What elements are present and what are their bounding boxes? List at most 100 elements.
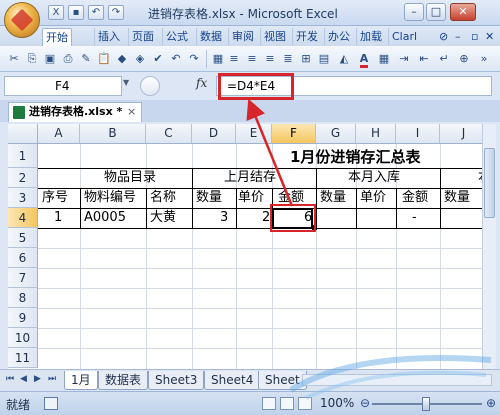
- clear-icon[interactable]: ◆: [114, 51, 130, 67]
- macro-record-icon[interactable]: [44, 397, 58, 410]
- cell-b4[interactable]: A0005: [84, 208, 126, 228]
- horizontal-scrollbar[interactable]: [302, 374, 492, 386]
- tab-insert[interactable]: 插入: [94, 28, 123, 46]
- paste-icon[interactable]: 📋: [96, 51, 112, 67]
- zoom-level[interactable]: 100%: [320, 396, 354, 410]
- column-header-g[interactable]: G: [316, 124, 356, 144]
- row-header-4[interactable]: 4: [8, 208, 38, 228]
- close-button[interactable]: ✕: [450, 3, 476, 21]
- redo-icon[interactable]: ↷: [186, 51, 202, 67]
- copy-icon[interactable]: ⎘: [24, 51, 40, 67]
- cell-b2[interactable]: 物品目录: [104, 168, 156, 188]
- column-header-e[interactable]: E: [236, 124, 272, 144]
- tab-review[interactable]: 审阅: [228, 28, 257, 46]
- column-header-f[interactable]: F: [272, 124, 316, 144]
- row-header-6[interactable]: 6: [8, 248, 38, 268]
- wrap-icon[interactable]: ↵: [436, 51, 452, 67]
- merge-icon[interactable]: ⊞: [298, 51, 314, 67]
- cell-i3[interactable]: 金额: [402, 188, 428, 208]
- justify-icon[interactable]: ≣: [280, 51, 296, 67]
- normal-view-icon[interactable]: [262, 397, 276, 410]
- cancel-circle-icon[interactable]: [140, 76, 160, 96]
- decrease-indent-icon[interactable]: ⇤: [416, 51, 432, 67]
- border-icon[interactable]: ▦: [210, 51, 226, 67]
- name-box[interactable]: F4: [4, 76, 122, 96]
- column-header-j[interactable]: J: [440, 124, 488, 144]
- increase-indent-icon[interactable]: ⇥: [396, 51, 412, 67]
- cell-b3[interactable]: 物料编号: [84, 188, 136, 208]
- office-button-icon[interactable]: [4, 2, 40, 38]
- redo-icon[interactable]: ↷: [108, 5, 124, 20]
- undo-icon[interactable]: ↶: [168, 51, 184, 67]
- cell-d2[interactable]: 上月结存: [224, 168, 276, 188]
- cell-d4[interactable]: 3: [220, 208, 228, 228]
- cell-a4[interactable]: 1: [54, 208, 62, 228]
- more-icon[interactable]: »: [476, 51, 492, 67]
- format-painter-icon[interactable]: ✎: [78, 51, 94, 67]
- tab-view[interactable]: 视图: [260, 28, 289, 46]
- insert-icon[interactable]: ⊕: [456, 51, 472, 67]
- cell-g3[interactable]: 数量: [320, 188, 346, 208]
- zoom-slider-knob[interactable]: [422, 397, 430, 411]
- name-box-dropdown-icon[interactable]: ▼: [123, 78, 129, 87]
- select-all-corner[interactable]: [8, 124, 38, 144]
- maximize-button[interactable]: □: [426, 3, 446, 21]
- align-center-icon[interactable]: ≡: [244, 51, 260, 67]
- row-header-10[interactable]: 10: [8, 328, 38, 348]
- tab-page[interactable]: 页面: [128, 28, 157, 46]
- borders-icon[interactable]: ▤: [316, 51, 332, 67]
- page-break-view-icon[interactable]: [298, 397, 312, 410]
- save-icon[interactable]: ▪: [68, 5, 84, 20]
- print-icon[interactable]: ⎙: [60, 51, 76, 67]
- fill-color-icon[interactable]: ◭: [336, 51, 352, 67]
- last-sheet-icon[interactable]: ⏭: [48, 374, 56, 384]
- row-header-11[interactable]: 11: [8, 348, 38, 368]
- row-header-2[interactable]: 2: [8, 168, 38, 188]
- vertical-scrollbar[interactable]: [482, 124, 496, 369]
- cell-h3[interactable]: 单价: [360, 188, 386, 208]
- row-header-3[interactable]: 3: [8, 188, 38, 208]
- spreadsheet-grid[interactable]: A B C D E F G H I J 1 2 3 4 5 6 7 8 9 10…: [8, 124, 496, 369]
- tab-data[interactable]: 数据: [196, 28, 225, 46]
- cell-d3[interactable]: 数量: [196, 188, 222, 208]
- font-color-icon[interactable]: A: [356, 51, 372, 68]
- sheet-tab-sheet3[interactable]: Sheet3: [148, 371, 205, 390]
- first-sheet-icon[interactable]: ⏮: [6, 374, 14, 384]
- tab-developer[interactable]: 开发: [292, 28, 321, 46]
- save-icon[interactable]: ▣: [42, 51, 58, 67]
- sheet-tab-1[interactable]: 1月: [64, 371, 98, 390]
- column-header-d[interactable]: D: [192, 124, 236, 144]
- undo-icon[interactable]: ↶: [88, 5, 104, 20]
- tab-clarl[interactable]: Clarl: [388, 28, 420, 46]
- grid-icon[interactable]: ▦: [376, 51, 392, 67]
- tab-office[interactable]: 办公: [324, 28, 353, 46]
- fx-label[interactable]: fx: [196, 76, 207, 90]
- row-header-8[interactable]: 8: [8, 288, 38, 308]
- check-icon[interactable]: ✔: [150, 51, 166, 67]
- cell-a3[interactable]: 序号: [42, 188, 68, 208]
- tab-home[interactable]: 开始: [42, 28, 72, 46]
- zoom-in-icon[interactable]: ⊕: [486, 396, 496, 410]
- align-right-icon[interactable]: ≡: [262, 51, 278, 67]
- ribbon-restore-icon[interactable]: ▫: [468, 28, 481, 46]
- cut-icon[interactable]: ✂: [6, 51, 22, 67]
- cell-e3[interactable]: 单价: [238, 188, 264, 208]
- cell-g2[interactable]: 本月入库: [348, 168, 400, 188]
- column-header-c[interactable]: C: [146, 124, 192, 144]
- vertical-scroll-thumb[interactable]: [484, 148, 495, 218]
- align-left-icon[interactable]: ≡: [226, 51, 242, 67]
- ribbon-close-icon[interactable]: ✕: [482, 28, 497, 46]
- workbook-tab[interactable]: 进销存表格.xlsx * ×: [8, 102, 142, 122]
- row-header-5[interactable]: 5: [8, 228, 38, 248]
- cell-c4[interactable]: 大黄: [150, 208, 176, 228]
- spell-icon[interactable]: ◈: [132, 51, 148, 67]
- column-header-a[interactable]: A: [38, 124, 80, 144]
- help-icon[interactable]: ⊘: [436, 28, 451, 46]
- column-header-b[interactable]: B: [80, 124, 146, 144]
- cell-c3[interactable]: 名称: [150, 188, 176, 208]
- tab-formula[interactable]: 公式: [162, 28, 191, 46]
- prev-sheet-icon[interactable]: ◀: [20, 374, 27, 384]
- sheet-tab-sheet4[interactable]: Sheet4: [204, 371, 261, 390]
- close-workbook-icon[interactable]: ×: [127, 103, 136, 121]
- row-header-7[interactable]: 7: [8, 268, 38, 288]
